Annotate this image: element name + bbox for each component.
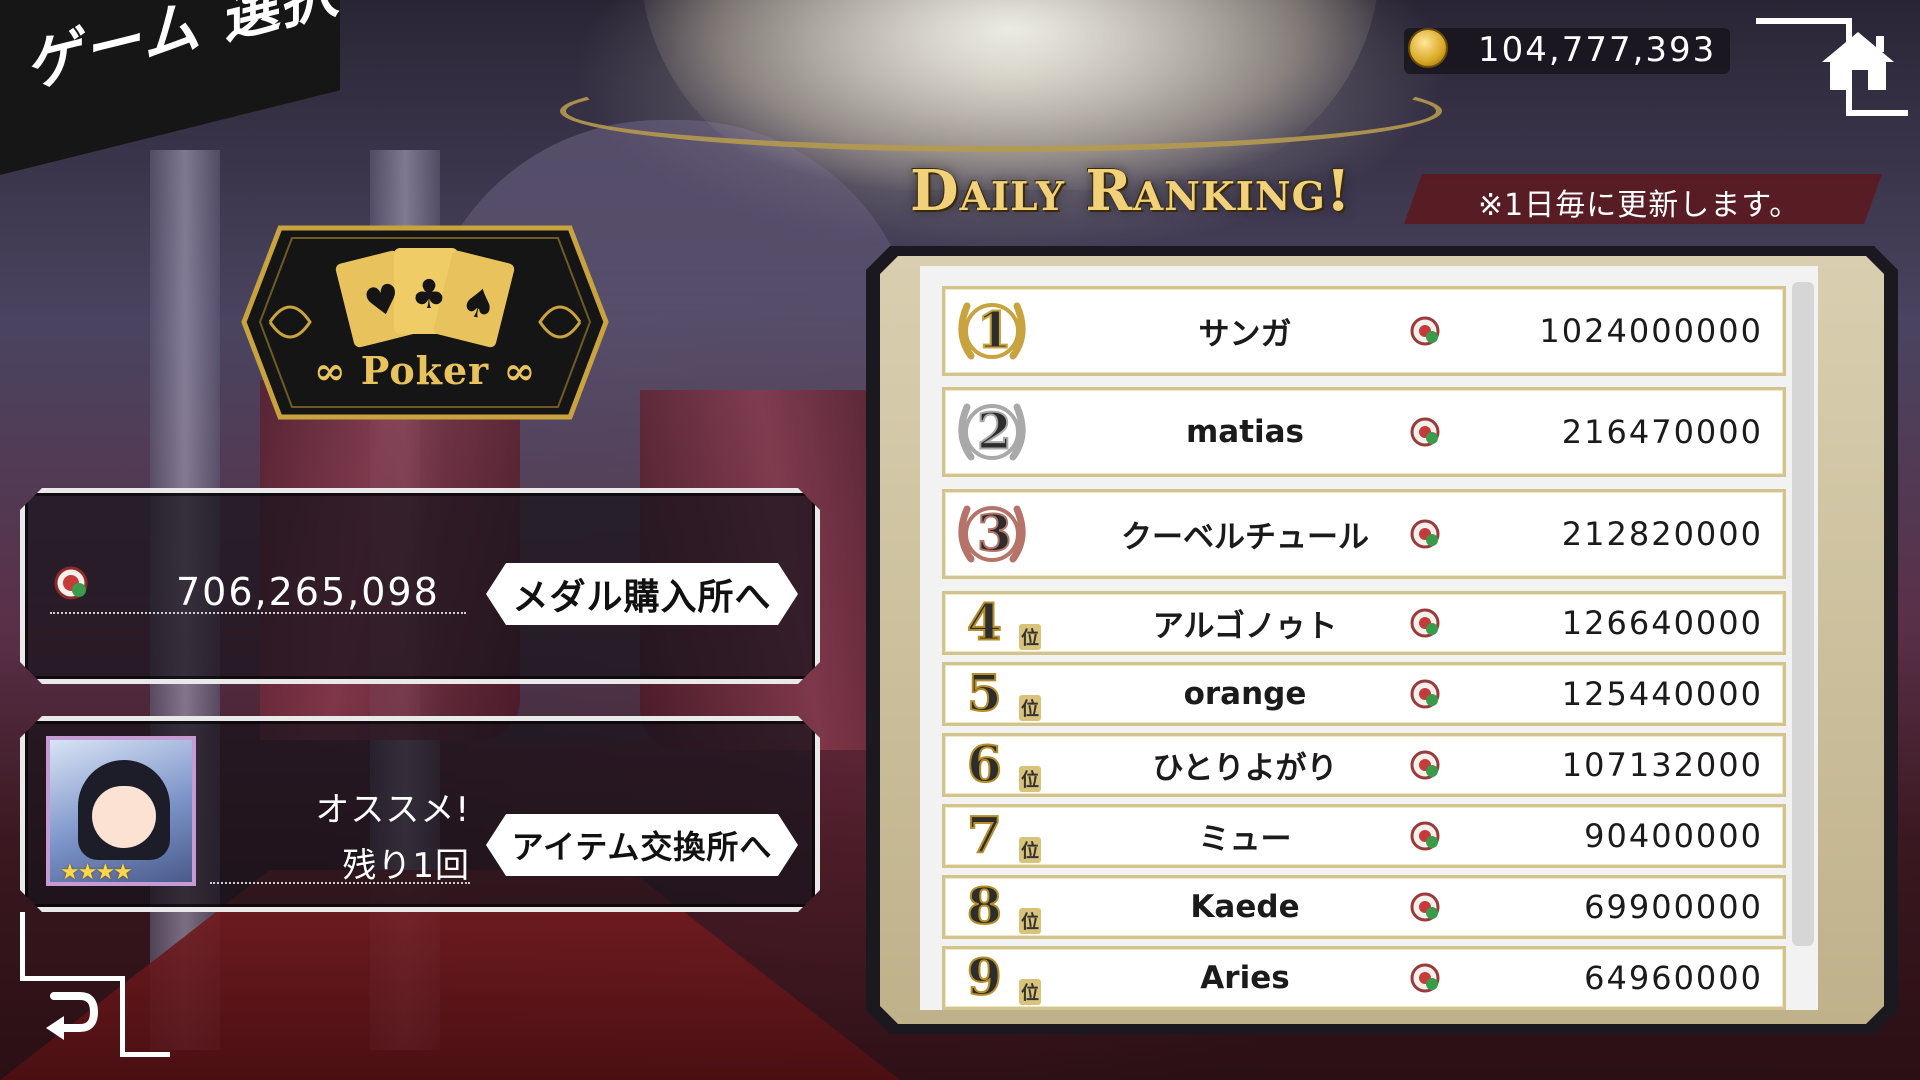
ranking-row[interactable]: 9 位 Aries 64960000 (942, 946, 1786, 1010)
rank-number: 2 (976, 400, 1013, 461)
rank-number: 1 (976, 299, 1013, 360)
player-name: ひとりよがり (1152, 750, 1338, 787)
player-name: Aries (1200, 960, 1290, 996)
poker-chip-icon (1410, 963, 1440, 993)
player-score: 125440000 (1561, 675, 1763, 713)
ranking-row[interactable]: 5 位 orange 125440000 (942, 662, 1786, 726)
back-arrow-icon[interactable] (40, 986, 100, 1042)
dotted-divider (210, 882, 470, 884)
medal-count: 706,265,098 (176, 570, 440, 614)
poker-chip-icon (1410, 316, 1440, 346)
ranking-note: ※1日毎に更新します。 (1478, 188, 1801, 223)
player-name: クーベルチュール (1121, 519, 1369, 556)
rank-number: 6 (966, 733, 1003, 794)
playing-cards-icon: ♥ ♣ ♠ (335, 248, 515, 348)
rank-suffix: 位 (1019, 837, 1041, 863)
player-score: 216470000 (1561, 413, 1763, 451)
svg-text:♣: ♣ (411, 272, 447, 318)
rank-suffix: 位 (1019, 766, 1041, 792)
ranking-row[interactable]: 1 サンガ 1024000000 (942, 286, 1786, 376)
poker-chip-icon (1410, 679, 1440, 709)
poker-chip-icon (1410, 608, 1440, 638)
poker-chip-icon (1410, 519, 1440, 549)
gold-coin-icon (1408, 28, 1448, 68)
rank-number: 5 (966, 662, 1003, 723)
player-name: アルゴノゥト (1152, 608, 1338, 645)
infinity-icon: ∞ (313, 348, 361, 393)
ranking-row[interactable]: 4 位 アルゴノゥト 126640000 (942, 591, 1786, 655)
player-name: orange (1183, 676, 1307, 712)
character-face (92, 786, 156, 848)
rank-suffix: 位 (1019, 908, 1041, 934)
remaining-count: 残り1回 (342, 846, 470, 886)
poker-chip-icon (1410, 892, 1440, 922)
player-name: matias (1185, 414, 1305, 450)
recommend-label: オススメ! (315, 790, 470, 830)
player-score: 107132000 (1561, 746, 1763, 784)
player-score: 212820000 (1561, 515, 1763, 553)
player-score: 1024000000 (1539, 312, 1763, 350)
ranking-row[interactable]: 3 クーベルチュール 212820000 (942, 489, 1786, 579)
character-card[interactable]: ★★★★ (46, 736, 196, 886)
rarity-stars: ★★★★ (60, 860, 133, 885)
rank-number: 8 (966, 875, 1003, 936)
dotted-divider (50, 612, 466, 614)
ranking-row[interactable]: 7 位 ミュー 90400000 (942, 804, 1786, 868)
player-score: 69900000 (1584, 888, 1763, 926)
medal-shop-button[interactable]: メダル購入所へ (486, 563, 798, 625)
poker-label: ∞ Poker ∞ (240, 348, 610, 393)
poker-game-badge[interactable]: ♥ ♣ ♠ ∞ Poker ∞ (240, 220, 610, 425)
poker-badge-frame: ♥ ♣ ♠ (241, 225, 609, 420)
ranking-title: Daily Ranking! (910, 158, 1352, 224)
poker-chip-icon (1410, 750, 1440, 780)
rank-number: 9 (966, 946, 1003, 1007)
rank-number: 4 (966, 591, 1003, 652)
player-name: サンガ (1198, 316, 1292, 353)
poker-chip-icon (1410, 417, 1440, 447)
ranking-row[interactable]: 2 matias 216470000 (942, 387, 1786, 477)
game-name: Poker (360, 348, 490, 393)
player-name: Kaede (1190, 889, 1300, 925)
rank-number: 3 (976, 502, 1013, 563)
rank-number: 7 (966, 804, 1003, 865)
poker-chip-icon (54, 566, 88, 600)
infinity-icon: ∞ (489, 348, 537, 393)
player-score: 126640000 (1561, 604, 1763, 642)
item-exchange-button[interactable]: アイテム交換所へ (486, 814, 798, 876)
player-score: 64960000 (1584, 959, 1763, 997)
rank-suffix: 位 (1019, 979, 1041, 1005)
coin-value: 104,777,393 (1478, 30, 1717, 70)
rank-suffix: 位 (1019, 695, 1041, 721)
chandelier-ring (560, 70, 1442, 152)
poker-chip-icon (1410, 821, 1440, 851)
home-icon[interactable] (1818, 28, 1898, 92)
rank-suffix: 位 (1019, 624, 1041, 650)
ranking-scrollbar[interactable] (1792, 282, 1814, 946)
ranking-row[interactable]: 6 位 ひとりよがり 107132000 (942, 733, 1786, 797)
player-name: ミュー (1198, 821, 1292, 858)
player-score: 90400000 (1584, 817, 1763, 855)
ranking-row[interactable]: 8 位 Kaede 69900000 (942, 875, 1786, 939)
